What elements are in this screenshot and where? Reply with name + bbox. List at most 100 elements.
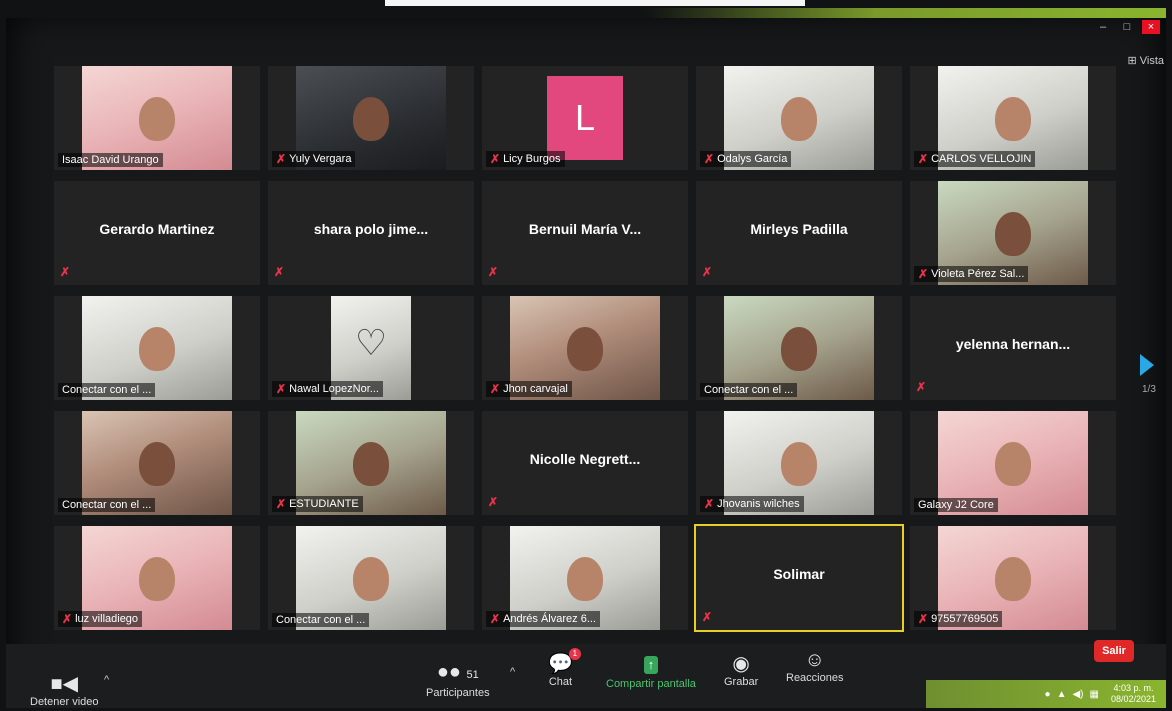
- participant-face: [353, 97, 389, 142]
- participant-face: [995, 97, 1031, 142]
- participant-tile[interactable]: Conectar con el ...: [54, 411, 260, 515]
- os-taskbar: ● ▲ ◀) ▦ 4:03 p. m. 08/02/2021: [926, 680, 1166, 708]
- clock-time: 4:03 p. m.: [1113, 683, 1154, 693]
- view-button[interactable]: ⊞ Vista: [1127, 54, 1164, 67]
- zoom-window: – □ × ⊞ Vista Isaac David Urango ✗ Yuly Ve…: [6, 8, 1166, 708]
- participant-tile[interactable]: ♡ ✗ Nawal LopezNor...: [268, 296, 474, 400]
- participant-tile[interactable]: Conectar con el ...: [696, 296, 902, 400]
- participant-tile[interactable]: ✗ 97557769505: [910, 526, 1116, 630]
- participant-face: [995, 557, 1031, 602]
- participant-label: Galaxy J2 Core: [914, 498, 998, 512]
- participant-tile[interactable]: Galaxy J2 Core: [910, 411, 1116, 515]
- participant-label: ✗ Nawal LopezNor...: [272, 381, 383, 397]
- participant-tile[interactable]: ✗ Jhovanis wilches: [696, 411, 902, 515]
- participant-name-centered: Gerardo Martinez: [99, 220, 215, 237]
- participant-face: [139, 442, 175, 487]
- stop-video-label: Detener video: [30, 696, 99, 708]
- record-button[interactable]: ◉ Grabar: [724, 652, 758, 688]
- participant-name-centered: Mirleys Padilla: [750, 220, 848, 237]
- maximize-button[interactable]: □: [1118, 20, 1136, 34]
- participant-name: luz villadiego: [75, 613, 139, 625]
- participant-name-centered: Solimar: [773, 565, 825, 582]
- participant-tile[interactable]: Bernuil María V... ✗: [482, 181, 688, 285]
- participant-tile[interactable]: ✗ Odalys García: [696, 66, 902, 170]
- participant-tile[interactable]: yelenna hernan... ✗: [910, 296, 1116, 400]
- participant-tile[interactable]: Conectar con el ...: [54, 296, 260, 400]
- participant-name: Conectar con el ...: [704, 384, 794, 396]
- chat-button[interactable]: 💬 1 Chat: [548, 648, 581, 688]
- participant-tile[interactable]: ✗ Violeta Pérez Sal...: [910, 181, 1116, 285]
- mic-muted-icon: ✗: [276, 382, 287, 396]
- participant-label: ✗ CARLOS VELLOJIN: [914, 151, 1036, 167]
- mic-muted-icon: ✗: [918, 612, 929, 626]
- reactions-button[interactable]: ☺ Reacciones: [786, 648, 843, 684]
- participants-button[interactable]: ●● 51 Participantes: [426, 660, 490, 699]
- participant-name-centered: Nicolle Negrett...: [529, 450, 641, 467]
- participant-face: [353, 557, 389, 602]
- participant-face: [139, 557, 175, 602]
- mic-muted-icon: ✗: [918, 267, 929, 281]
- participant-label: ✗ ESTUDIANTE: [272, 496, 363, 512]
- heart-hand-icon: ♡: [354, 322, 388, 363]
- participant-face: [139, 327, 175, 372]
- participant-tile[interactable]: ✗ CARLOS VELLOJIN: [910, 66, 1116, 170]
- mic-muted-icon: ✗: [60, 265, 71, 279]
- participant-name: ESTUDIANTE: [289, 498, 359, 510]
- participant-tile[interactable]: Mirleys Padilla ✗: [696, 181, 902, 285]
- title-bar: [6, 8, 1166, 18]
- participant-tile[interactable]: Conectar con el ...: [268, 526, 474, 630]
- close-button[interactable]: ×: [1142, 20, 1160, 34]
- participant-tile[interactable]: ✗ luz villadiego: [54, 526, 260, 630]
- participants-options-chevron-icon[interactable]: ^: [510, 666, 515, 678]
- participant-tile[interactable]: L ✗ Licy Burgos: [482, 66, 688, 170]
- leave-meeting-button[interactable]: Salir: [1094, 640, 1134, 662]
- participant-tile[interactable]: ✗ ESTUDIANTE: [268, 411, 474, 515]
- participant-name: Conectar con el ...: [62, 499, 152, 511]
- participant-face: [567, 327, 603, 372]
- participant-name: Nawal LopezNor...: [289, 383, 379, 395]
- participant-label: ✗ luz villadiego: [58, 611, 143, 627]
- mic-muted-icon: ✗: [490, 382, 501, 396]
- keyboard-icon: ▦: [1089, 688, 1099, 700]
- participant-tile[interactable]: Nicolle Negrett... ✗: [482, 411, 688, 515]
- participant-name: Licy Burgos: [503, 153, 561, 165]
- participant-tile[interactable]: Isaac David Urango: [54, 66, 260, 170]
- next-page-arrow-icon[interactable]: [1140, 354, 1154, 376]
- participants-count: 51: [466, 669, 479, 681]
- participant-name-centered: yelenna hernan...: [955, 335, 1071, 352]
- minimize-button[interactable]: –: [1094, 20, 1112, 34]
- participant-tile[interactable]: ✗ Jhon carvajal: [482, 296, 688, 400]
- video-camera-icon: ■◀: [50, 673, 78, 695]
- volume-icon: ◀): [1072, 688, 1084, 700]
- participant-label: ✗ Jhovanis wilches: [700, 496, 804, 512]
- participant-name: Isaac David Urango: [62, 154, 159, 166]
- participants-icon: ●● 51: [436, 661, 479, 683]
- participant-name: Yuly Vergara: [289, 153, 352, 165]
- participant-face: [567, 557, 603, 602]
- participant-face: [139, 97, 175, 142]
- system-clock: 4:03 p. m. 08/02/2021: [1111, 683, 1156, 705]
- participant-name: CARLOS VELLOJIN: [931, 153, 1032, 165]
- participant-tile[interactable]: Gerardo Martinez ✗: [54, 181, 260, 285]
- participant-name: Violeta Pérez Sal...: [931, 268, 1025, 280]
- mic-muted-icon: ✗: [702, 265, 713, 279]
- clock-date: 08/02/2021: [1110, 694, 1156, 704]
- share-screen-button[interactable]: ↑ Compartir pantalla: [606, 656, 696, 690]
- chat-badge: 1: [568, 648, 581, 660]
- participant-label: Conectar con el ...: [700, 383, 798, 397]
- video-options-chevron-icon[interactable]: ^: [104, 674, 109, 686]
- mic-muted-icon: ✗: [916, 380, 927, 394]
- participant-tile[interactable]: Solimar ✗: [694, 524, 904, 632]
- participant-tile[interactable]: shara polo jime... ✗: [268, 181, 474, 285]
- participant-name: Jhon carvajal: [503, 383, 568, 395]
- participant-label: ✗ Licy Burgos: [486, 151, 565, 167]
- window-controls: – □ ×: [1094, 20, 1160, 34]
- participant-tile[interactable]: ✗ Andrés Álvarez 6...: [482, 526, 688, 630]
- record-icon: ◉: [732, 653, 750, 675]
- participant-label: Isaac David Urango: [58, 153, 163, 167]
- participant-tile[interactable]: ✗ Yuly Vergara: [268, 66, 474, 170]
- signal-icon: ▲: [1056, 688, 1067, 700]
- share-screen-label: Compartir pantalla: [606, 678, 696, 690]
- stop-video-button[interactable]: ■◀ Detener video: [30, 672, 99, 708]
- participant-name: Conectar con el ...: [62, 384, 152, 396]
